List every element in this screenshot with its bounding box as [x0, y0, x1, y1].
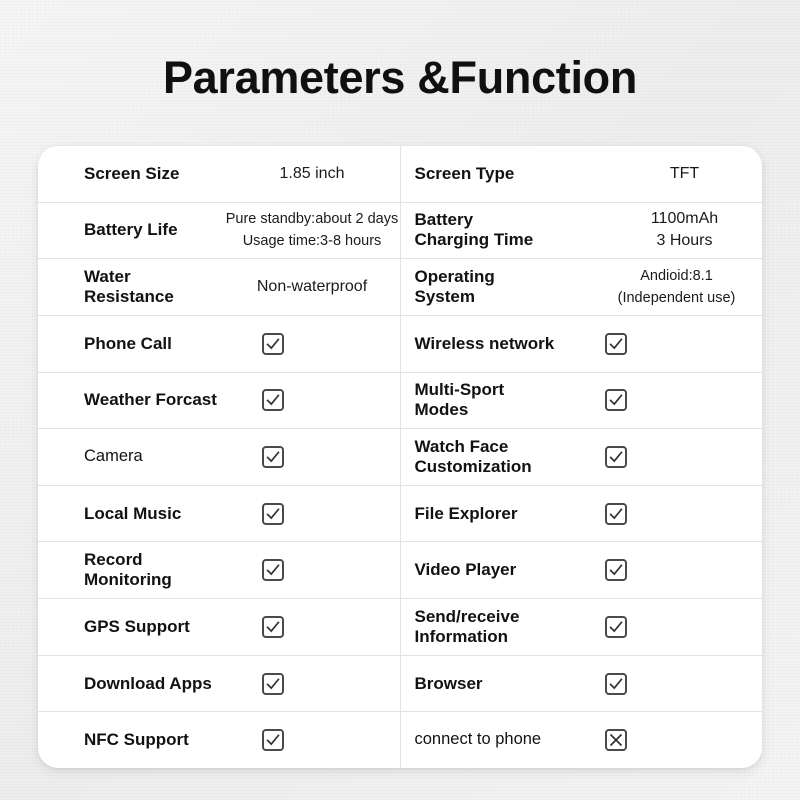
spec-cell-right: Battery Charging Time 1100mAh 3 Hours	[399, 202, 763, 259]
spec-label: Browser	[414, 673, 483, 693]
spec-label: Battery Life	[84, 220, 178, 240]
spec-cell-left: Camera	[38, 429, 400, 485]
table-row: Water Resistance Non-waterproof Operating …	[38, 259, 762, 316]
spec-cell-right: Wireless network	[399, 315, 763, 372]
spec-cell-left: Local Music	[38, 486, 400, 542]
spec-cell-left: NFC Support	[38, 712, 400, 768]
table-row: Download Apps Browser	[38, 655, 763, 713]
spec-label: Weather Forcast	[84, 390, 217, 410]
specification-card: Screen Size 1.85 inch Screen Type TFT Batter…	[38, 146, 762, 768]
checkbox-checked-icon[interactable]	[262, 389, 284, 412]
checkbox-checked-icon[interactable]	[262, 559, 284, 582]
spec-label: Battery Charging Time	[414, 210, 534, 250]
checkbox-checked-icon[interactable]	[604, 446, 627, 469]
spec-value: Non-waterproof	[256, 278, 368, 296]
spec-cell-right: Video Player	[399, 542, 763, 599]
spec-value: 1100mAh 3 Hours	[650, 210, 719, 250]
spec-cell-right: File Explorer	[399, 485, 763, 542]
spec-cell-right: Multi-Sport Modes	[399, 372, 763, 429]
table-row: Weather Forcast Multi-Sport Modes	[38, 372, 763, 430]
spec-label: Send/receive Information	[414, 606, 520, 646]
checkbox-checked-icon[interactable]	[262, 729, 284, 752]
checkbox-checked-icon[interactable]	[262, 672, 284, 695]
table-row: NFC Support connect to phone	[38, 712, 762, 768]
table-row: Battery Life Pure standby:about 2 days Us…	[38, 202, 763, 260]
table-row: Screen Size 1.85 inch Screen Type TFT	[38, 146, 762, 203]
spec-label: Wireless network	[414, 333, 555, 353]
spec-label: GPS Support	[84, 616, 190, 636]
spec-cell-right: Operating System Andioid:8.1 (Independent…	[399, 259, 763, 315]
spec-label: Water Resistance	[84, 267, 174, 307]
spec-cell-left: Download Apps	[38, 656, 400, 712]
checkbox-checked-icon[interactable]	[262, 446, 284, 469]
spec-cell-left: Weather Forcast	[38, 373, 400, 429]
spec-cell-right: Send/receive Information	[399, 599, 763, 655]
table-row: Record Monitoring Video Player	[38, 542, 763, 600]
spec-label: Camera	[84, 447, 143, 466]
spec-label: Watch Face Customization	[414, 436, 532, 477]
page-title: Parameters &Function	[162, 52, 638, 103]
spec-label: Operating System	[414, 267, 495, 307]
spec-value: 1.85 inch	[279, 164, 345, 182]
spec-cell-left: Phone Call	[38, 316, 400, 372]
spec-value: Pure standby:about 2 days Usage time:3-8…	[225, 210, 399, 250]
specification-table: Screen Size 1.85 inch Screen Type TFT Batter…	[38, 146, 762, 768]
spec-label: Video Player	[414, 560, 517, 580]
spec-cell-right: connect to phone	[399, 712, 763, 768]
spec-cell-right: Screen Type TFT	[399, 146, 763, 202]
checkbox-checked-icon[interactable]	[262, 502, 284, 525]
checkbox-checked-icon[interactable]	[262, 332, 284, 355]
spec-cell-left: Record Monitoring	[38, 542, 400, 598]
spec-label: Download Apps	[84, 673, 212, 693]
spec-label: Multi-Sport Modes	[414, 380, 505, 420]
checkbox-checked-icon[interactable]	[604, 559, 627, 582]
table-row: Phone Call Wireless network	[38, 315, 763, 373]
checkbox-checked-icon[interactable]	[604, 502, 627, 525]
checkbox-checked-icon[interactable]	[604, 615, 627, 638]
spec-label: Phone Call	[84, 333, 172, 353]
spec-label: connect to phone	[414, 730, 542, 749]
spec-value: TFT	[669, 164, 700, 182]
checkbox-crossed-icon[interactable]	[604, 729, 627, 752]
spec-cell-right: Watch Face Customization	[399, 429, 763, 485]
checkbox-checked-icon[interactable]	[604, 672, 627, 695]
table-row: Camera Watch Face Customization	[38, 429, 762, 486]
spec-cell-left: Water Resistance Non-waterproof	[38, 259, 400, 315]
spec-label: Screen Type	[414, 163, 515, 183]
checkbox-checked-icon[interactable]	[262, 615, 284, 638]
spec-label: File Explorer	[414, 503, 518, 523]
spec-cell-left: Battery Life Pure standby:about 2 days Us…	[38, 203, 400, 259]
spec-cell-right: Browser	[399, 655, 763, 712]
spec-label: NFC Support	[84, 730, 189, 750]
spec-label: Screen Size	[84, 163, 180, 183]
table-row: Local Music File Explorer	[38, 485, 763, 543]
checkbox-checked-icon[interactable]	[604, 389, 627, 412]
spec-cell-left: GPS Support	[38, 599, 400, 655]
spec-label: Record Monitoring	[84, 550, 172, 590]
spec-cell-left: Screen Size 1.85 inch	[38, 146, 400, 202]
spec-sheet-page: Parameters &Function Screen Size 1.85 inc…	[0, 0, 800, 800]
checkbox-checked-icon[interactable]	[604, 332, 627, 355]
spec-label: Local Music	[84, 503, 182, 523]
table-row: GPS Support Send/receive Information	[38, 599, 762, 656]
spec-value: Andioid:8.1 (Independent use)	[617, 267, 736, 307]
